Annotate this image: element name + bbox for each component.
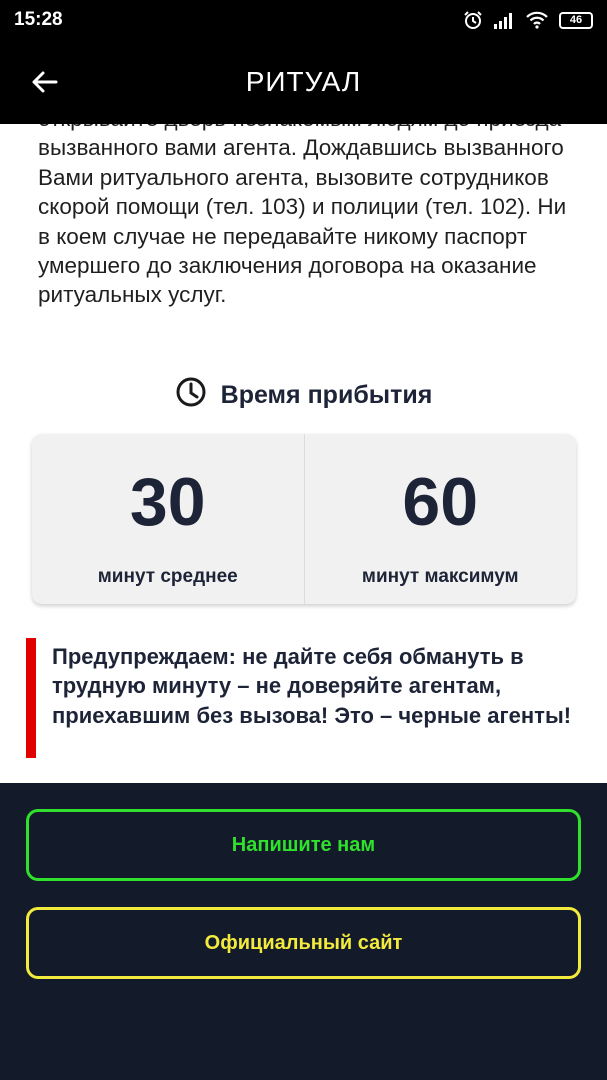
stat-average-label: минут среднее — [97, 566, 238, 587]
arrival-stats-card: 30 минут среднее 60 минут максимум — [32, 434, 576, 604]
footer-actions: Напишите нам Официальный сайт — [0, 783, 607, 1080]
arrival-heading: Время прибытия — [0, 376, 607, 415]
alarm-icon — [463, 10, 483, 30]
battery-icon: 46 — [559, 11, 593, 29]
arrival-heading-label: Время прибытия — [220, 381, 433, 409]
scroll-content[interactable]: открывайте дверь незнакомым людям до при… — [0, 100, 607, 783]
wifi-icon — [525, 11, 549, 29]
warning-text: Предупреждаем: не дайте себя обмануть в … — [52, 644, 572, 728]
status-bar: 15:28 46 — [0, 0, 607, 40]
warning-block: Предупреждаем: не дайте себя обмануть в … — [26, 638, 576, 758]
status-time: 15:28 — [14, 9, 63, 30]
status-icons: 46 — [463, 10, 593, 30]
stat-average-value: 30 — [129, 464, 206, 540]
write-us-button[interactable]: Напишите нам — [26, 809, 581, 881]
clock-icon — [175, 376, 207, 415]
official-site-button[interactable]: Официальный сайт — [26, 907, 581, 979]
signal-icon — [493, 11, 515, 29]
back-arrow-icon[interactable] — [26, 64, 62, 100]
instruction-text: открывайте дверь незнакомым людям до при… — [38, 106, 567, 308]
stat-maximum-label: минут максимум — [361, 566, 519, 587]
app-bar: РИТУАЛ — [0, 40, 607, 124]
page-title: РИТУАЛ — [245, 66, 362, 97]
stat-maximum: 60 минут максимум — [303, 434, 577, 604]
stat-average: 30 минут среднее — [32, 434, 304, 604]
stat-maximum-value: 60 — [402, 464, 479, 540]
